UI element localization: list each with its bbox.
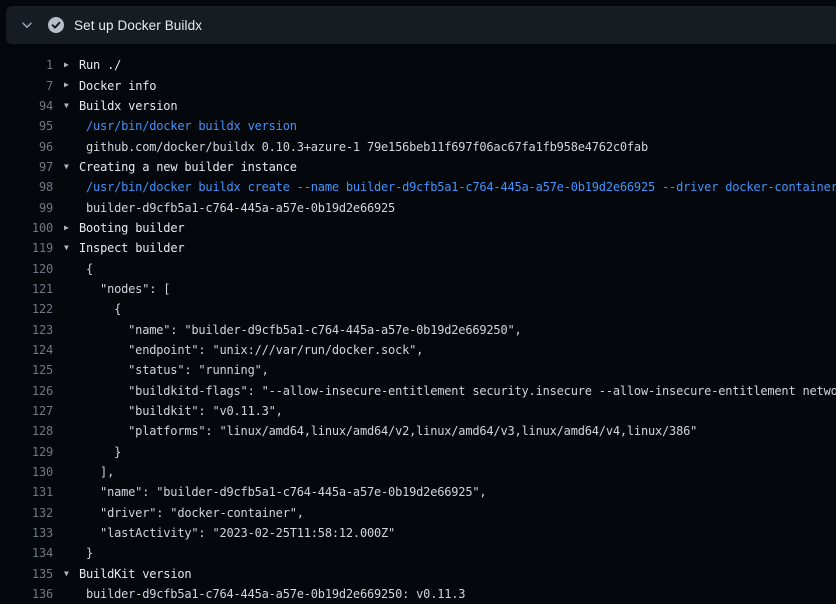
log-line: 133 "lastActivity": "2023-02-25T11:58:12…	[0, 523, 836, 543]
line-number[interactable]: 134	[0, 546, 53, 560]
line-number[interactable]: 135	[0, 567, 53, 581]
log-output-text: "status": "running",	[86, 363, 269, 377]
triangle-right-icon[interactable]: ▶	[53, 75, 73, 95]
log-output-text: {	[86, 262, 93, 276]
log-line: 99 builder-d9cfb5a1-c764-445a-a57e-0b19d2…	[0, 197, 836, 217]
triangle-right-icon[interactable]: ▶	[53, 55, 73, 75]
line-number[interactable]: 96	[0, 140, 53, 154]
log-group-title[interactable]: Inspect builder	[79, 241, 184, 255]
actions-log-viewer: Set up Docker Buildx 1▶Run ./7▶Docker in…	[0, 0, 836, 604]
log-body: 1▶Run ./7▶Docker info94▼Buildx version95…	[0, 44, 836, 604]
log-output-text: "name": "builder-d9cfb5a1-c764-445a-a57e…	[86, 485, 486, 499]
log-command-text: /usr/bin/docker buildx create --name bui…	[86, 180, 836, 194]
line-number[interactable]: 120	[0, 262, 53, 276]
log-group-title[interactable]: Buildx version	[79, 99, 177, 113]
check-circle-icon	[48, 17, 64, 33]
line-number[interactable]: 100	[0, 221, 53, 235]
log-output-text: github.com/docker/buildx 0.10.3+azure-1 …	[86, 140, 648, 154]
line-number[interactable]: 119	[0, 241, 53, 255]
line-number[interactable]: 123	[0, 323, 53, 337]
log-output-text: builder-d9cfb5a1-c764-445a-a57e-0b19d2e6…	[86, 201, 395, 215]
line-number[interactable]: 124	[0, 343, 53, 357]
line-number[interactable]: 99	[0, 201, 53, 215]
line-number[interactable]: 1	[0, 58, 53, 72]
log-line: 94▼ Buildx version	[0, 96, 836, 116]
line-number[interactable]: 129	[0, 445, 53, 459]
log-group-title[interactable]: Creating a new builder instance	[79, 160, 297, 174]
line-number[interactable]: 98	[0, 180, 53, 194]
line-number[interactable]: 125	[0, 363, 53, 377]
line-number[interactable]: 122	[0, 302, 53, 316]
log-line: 7▶ Docker info	[0, 75, 836, 95]
triangle-down-icon[interactable]: ▼	[53, 564, 73, 584]
log-line: 131 "name": "builder-d9cfb5a1-c764-445a-…	[0, 482, 836, 502]
log-line: 123 "name": "builder-d9cfb5a1-c764-445a-…	[0, 319, 836, 339]
line-number[interactable]: 121	[0, 282, 53, 296]
log-line: 135▼ BuildKit version	[0, 564, 836, 584]
log-line: 129 }	[0, 442, 836, 462]
log-output-text: "name": "builder-d9cfb5a1-c764-445a-a57e…	[86, 323, 522, 337]
log-line: 1▶ Run ./	[0, 55, 836, 75]
log-output-text: "buildkitd-flags": "--allow-insecure-ent…	[86, 384, 836, 398]
log-line: 98/usr/bin/docker buildx create --name b…	[0, 177, 836, 197]
step-title: Set up Docker Buildx	[74, 18, 202, 33]
log-command-text: /usr/bin/docker buildx version	[86, 119, 297, 133]
log-output-text: "platforms": "linux/amd64,linux/amd64/v2…	[86, 424, 697, 438]
log-line: 130 ],	[0, 462, 836, 482]
log-line: 125 "status": "running",	[0, 360, 836, 380]
line-number[interactable]: 131	[0, 485, 53, 499]
log-output-text: "lastActivity": "2023-02-25T11:58:12.000…	[86, 526, 395, 540]
log-group-title[interactable]: Booting builder	[79, 221, 184, 235]
line-number[interactable]: 128	[0, 424, 53, 438]
log-line: 124 "endpoint": "unix:///var/run/docker.…	[0, 340, 836, 360]
log-line: 128 "platforms": "linux/amd64,linux/amd6…	[0, 421, 836, 441]
log-line: 96 github.com/docker/buildx 0.10.3+azure-…	[0, 136, 836, 156]
line-number[interactable]: 97	[0, 160, 53, 174]
triangle-down-icon[interactable]: ▼	[53, 96, 73, 116]
log-line: 100▶ Booting builder	[0, 218, 836, 238]
line-number[interactable]: 132	[0, 506, 53, 520]
log-group-title[interactable]: BuildKit version	[79, 567, 191, 581]
step-header[interactable]: Set up Docker Buildx	[6, 6, 836, 44]
line-number[interactable]: 136	[0, 587, 53, 601]
log-line: 120 {	[0, 258, 836, 278]
line-number[interactable]: 130	[0, 465, 53, 479]
log-line: 95/usr/bin/docker buildx version	[0, 116, 836, 136]
log-line: 97▼ Creating a new builder instance	[0, 157, 836, 177]
log-output-text: "driver": "docker-container",	[86, 506, 304, 520]
triangle-down-icon[interactable]: ▼	[53, 238, 73, 258]
log-line: 136 builder-d9cfb5a1-c764-445a-a57e-0b19d…	[0, 584, 836, 604]
log-output-text: }	[86, 546, 93, 560]
log-output-text: }	[86, 445, 121, 459]
log-line: 126 "buildkitd-flags": "--allow-insecure…	[0, 381, 836, 401]
log-line: 119▼ Inspect builder	[0, 238, 836, 258]
log-output-text: "buildkit": "v0.11.3",	[86, 404, 283, 418]
log-group-title[interactable]: Docker info	[79, 79, 156, 93]
chevron-down-icon[interactable]	[14, 12, 40, 38]
log-line: 121 "nodes": [	[0, 279, 836, 299]
log-output-text: builder-d9cfb5a1-c764-445a-a57e-0b19d2e6…	[86, 587, 465, 601]
line-number[interactable]: 126	[0, 384, 53, 398]
log-group-title[interactable]: Run ./	[79, 58, 121, 72]
triangle-down-icon[interactable]: ▼	[53, 157, 73, 177]
log-output-text: ],	[86, 465, 114, 479]
log-line: 134}	[0, 543, 836, 563]
log-line: 132 "driver": "docker-container",	[0, 503, 836, 523]
line-number[interactable]: 7	[0, 79, 53, 93]
line-number[interactable]: 127	[0, 404, 53, 418]
line-number[interactable]: 133	[0, 526, 53, 540]
line-number[interactable]: 94	[0, 99, 53, 113]
log-line: 127 "buildkit": "v0.11.3",	[0, 401, 836, 421]
triangle-right-icon[interactable]: ▶	[53, 218, 73, 238]
log-output-text: "nodes": [	[86, 282, 170, 296]
log-line: 122 {	[0, 299, 836, 319]
line-number[interactable]: 95	[0, 119, 53, 133]
log-output-text: {	[86, 302, 121, 316]
log-output-text: "endpoint": "unix:///var/run/docker.sock…	[86, 343, 423, 357]
